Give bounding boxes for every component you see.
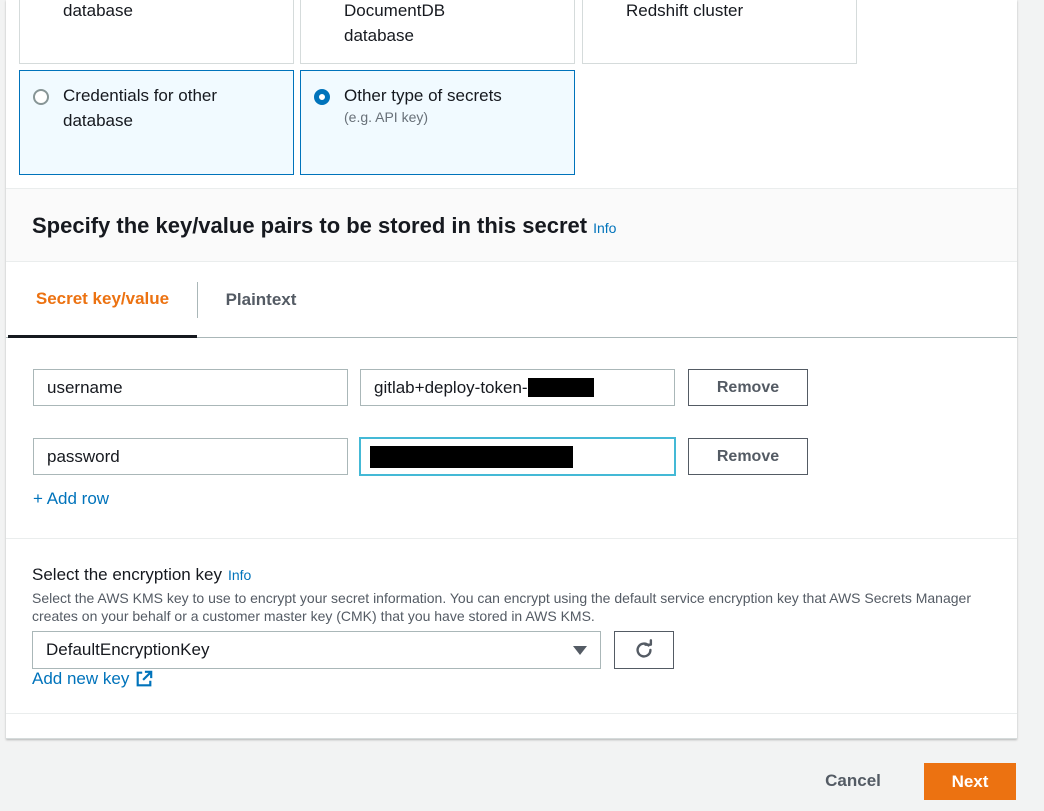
next-button[interactable]: Next	[924, 763, 1016, 800]
tile-label: DocumentDB database	[344, 1, 446, 45]
tile-label: Redshift cluster	[626, 1, 744, 20]
value-input[interactable]: gitlab+deploy-token-	[360, 369, 675, 406]
secret-form-panel: database DocumentDB database Redshift cl…	[6, 0, 1017, 739]
tab-plaintext[interactable]: Plaintext	[198, 263, 324, 336]
encryption-key-label: Select the encryption key Info	[32, 565, 252, 584]
add-row-link[interactable]: + Add row	[33, 489, 109, 509]
info-link[interactable]: Info	[228, 567, 251, 583]
tab-secret-key-value[interactable]: Secret key/value	[8, 263, 197, 338]
caret-down-icon	[573, 645, 587, 655]
section-title: Specify the key/value pairs to be stored…	[32, 213, 617, 238]
cancel-button[interactable]: Cancel	[813, 763, 893, 799]
tab-bar: Secret key/value Plaintext	[6, 263, 1017, 338]
secret-type-tile-redshift[interactable]: Redshift cluster	[582, 0, 857, 64]
info-link[interactable]: Info	[593, 220, 616, 236]
selected-value: DefaultEncryptionKey	[46, 640, 210, 659]
remove-button[interactable]: Remove	[688, 438, 808, 475]
divider	[6, 538, 1017, 539]
encryption-key-description: Select the AWS KMS key to use to encrypt…	[32, 590, 971, 624]
secret-type-tile-documentdb[interactable]: DocumentDB database	[300, 0, 575, 64]
secret-type-tile-other-database[interactable]: Credentials for other database	[19, 70, 294, 175]
radio-button[interactable]	[33, 89, 49, 105]
tile-label: database	[63, 1, 133, 20]
kv-section-header: Specify the key/value pairs to be stored…	[6, 189, 1017, 262]
key-input[interactable]: username	[33, 369, 348, 406]
remove-button[interactable]: Remove	[688, 369, 808, 406]
radio-button-selected[interactable]	[314, 89, 330, 105]
refresh-button[interactable]	[614, 631, 674, 669]
secret-type-tile-database[interactable]: database	[19, 0, 294, 64]
add-new-key-link[interactable]: Add new key	[32, 669, 153, 689]
tile-label: Other type of secrets (e.g. API key)	[344, 83, 564, 126]
key-input[interactable]: password	[33, 438, 348, 475]
divider	[6, 713, 1017, 714]
encryption-key-select[interactable]: DefaultEncryptionKey	[32, 631, 601, 669]
redacted-block	[370, 445, 573, 468]
tile-sublabel: (e.g. API key)	[344, 109, 429, 125]
external-link-icon	[136, 670, 153, 687]
tile-label: Credentials for other database	[63, 86, 218, 130]
value-input-focused[interactable]	[359, 437, 676, 476]
redacted-block	[527, 378, 594, 397]
secret-type-tile-other-secrets[interactable]: Other type of secrets (e.g. API key)	[300, 70, 575, 175]
refresh-icon	[636, 639, 653, 658]
